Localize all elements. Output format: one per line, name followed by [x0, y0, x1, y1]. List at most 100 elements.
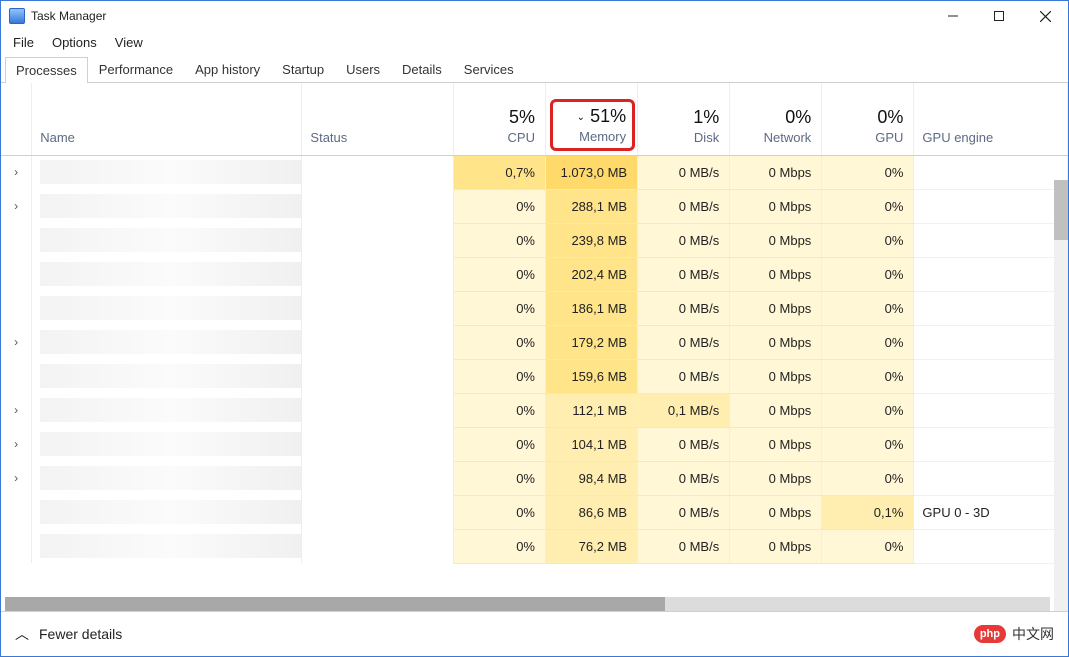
window-title: Task Manager [31, 9, 106, 23]
cpu-label: CPU [454, 130, 535, 145]
titlebar[interactable]: Task Manager [1, 1, 1068, 31]
process-name-cell [32, 291, 302, 325]
gpu-engine-cell [914, 461, 1068, 495]
col-expand[interactable] [1, 83, 32, 155]
network-cell: 0 Mbps [730, 359, 822, 393]
network-cell: 0 Mbps [730, 325, 822, 359]
cpu-cell: 0% [453, 427, 545, 461]
footer: ︿ Fewer details php 中文网 [1, 611, 1068, 656]
menu-file[interactable]: File [13, 35, 34, 50]
status-cell [302, 461, 453, 495]
watermark-badge: php [974, 625, 1006, 643]
col-disk[interactable]: 1% Disk [638, 83, 730, 155]
table-row[interactable]: ›0,7%1.073,0 MB0 MB/s0 Mbps0% [1, 155, 1068, 189]
cpu-cell: 0% [453, 495, 545, 529]
disk-usage-header: 1% [638, 107, 719, 128]
process-table: Name Status 5% CPU ⌄ 51% Memory [1, 83, 1068, 564]
col-gpu-engine[interactable]: GPU engine [914, 83, 1068, 155]
table-row[interactable]: 0%76,2 MB0 MB/s0 Mbps0% [1, 529, 1068, 563]
table-row[interactable]: ›0%179,2 MB0 MB/s0 Mbps0% [1, 325, 1068, 359]
memory-cell: 239,8 MB [545, 223, 637, 257]
fewer-details-button[interactable]: ︿ Fewer details [15, 624, 122, 644]
task-manager-window: Task Manager File Options View Processes… [0, 0, 1069, 657]
memory-cell: 86,6 MB [545, 495, 637, 529]
gpu-label: GPU [822, 130, 903, 145]
table-row[interactable]: ›0%112,1 MB0,1 MB/s0 Mbps0% [1, 393, 1068, 427]
watermark: php 中文网 [974, 624, 1054, 644]
menubar: File Options View [1, 31, 1068, 56]
tab-details[interactable]: Details [391, 56, 453, 82]
gpu-engine-cell [914, 359, 1068, 393]
horizontal-scrollbar[interactable] [5, 597, 1050, 611]
gpu-engine-cell [914, 155, 1068, 189]
process-name-cell [32, 427, 302, 461]
menu-view[interactable]: View [115, 35, 143, 50]
tab-app-history[interactable]: App history [184, 56, 271, 82]
disk-cell: 0 MB/s [638, 325, 730, 359]
gpu-engine-cell [914, 427, 1068, 461]
horizontal-scrollbar-thumb[interactable] [5, 597, 665, 611]
table-row[interactable]: 0%186,1 MB0 MB/s0 Mbps0% [1, 291, 1068, 325]
close-button[interactable] [1022, 1, 1068, 31]
minimize-button[interactable] [930, 1, 976, 31]
status-cell [302, 495, 453, 529]
memory-cell: 202,4 MB [545, 257, 637, 291]
status-cell [302, 257, 453, 291]
memory-cell: 112,1 MB [545, 393, 637, 427]
gpu-cell: 0% [822, 189, 914, 223]
tab-users[interactable]: Users [335, 56, 391, 82]
cpu-cell: 0% [453, 461, 545, 495]
table-row[interactable]: 0%86,6 MB0 MB/s0 Mbps0,1%GPU 0 - 3D [1, 495, 1068, 529]
watermark-text: 中文网 [1012, 624, 1054, 644]
disk-cell: 0 MB/s [638, 461, 730, 495]
tab-performance[interactable]: Performance [88, 56, 184, 82]
table-row[interactable]: 0%239,8 MB0 MB/s0 Mbps0% [1, 223, 1068, 257]
table-row[interactable]: 0%159,6 MB0 MB/s0 Mbps0% [1, 359, 1068, 393]
process-name-cell [32, 257, 302, 291]
chevron-up-icon: ︿ [15, 624, 29, 644]
col-name[interactable]: Name [32, 83, 302, 155]
expand-toggle [1, 529, 32, 563]
network-cell: 0 Mbps [730, 223, 822, 257]
expand-toggle [1, 359, 32, 393]
expand-toggle [1, 495, 32, 529]
process-name-cell [32, 461, 302, 495]
network-cell: 0 Mbps [730, 291, 822, 325]
table-row[interactable]: ›0%288,1 MB0 MB/s0 Mbps0% [1, 189, 1068, 223]
status-cell [302, 359, 453, 393]
memory-cell: 98,4 MB [545, 461, 637, 495]
disk-cell: 0 MB/s [638, 359, 730, 393]
col-network[interactable]: 0% Network [730, 83, 822, 155]
expand-toggle[interactable]: › [1, 461, 32, 495]
memory-cell: 159,6 MB [545, 359, 637, 393]
table-row[interactable]: ›0%98,4 MB0 MB/s0 Mbps0% [1, 461, 1068, 495]
expand-toggle[interactable]: › [1, 427, 32, 461]
tab-services[interactable]: Services [453, 56, 525, 82]
expand-toggle[interactable]: › [1, 325, 32, 359]
vertical-scrollbar-thumb[interactable] [1054, 180, 1068, 240]
expand-toggle [1, 223, 32, 257]
vertical-scrollbar[interactable] [1054, 180, 1068, 611]
memory-header-highlight: ⌄ 51% Memory [550, 99, 635, 151]
expand-toggle[interactable]: › [1, 393, 32, 427]
menu-options[interactable]: Options [52, 35, 97, 50]
gpu-engine-cell: GPU 0 - 3D [914, 495, 1068, 529]
expand-toggle[interactable]: › [1, 189, 32, 223]
col-memory[interactable]: ⌄ 51% Memory [545, 83, 637, 155]
expand-toggle[interactable]: › [1, 155, 32, 189]
disk-cell: 0,1 MB/s [638, 393, 730, 427]
memory-label: Memory [559, 129, 626, 144]
tab-processes[interactable]: Processes [5, 57, 88, 83]
disk-label: Disk [638, 130, 719, 145]
tab-strip: Processes Performance App history Startu… [1, 56, 1068, 83]
col-gpu[interactable]: 0% GPU [822, 83, 914, 155]
col-status[interactable]: Status [302, 83, 453, 155]
cpu-cell: 0% [453, 257, 545, 291]
table-row[interactable]: ›0%104,1 MB0 MB/s0 Mbps0% [1, 427, 1068, 461]
table-row[interactable]: 0%202,4 MB0 MB/s0 Mbps0% [1, 257, 1068, 291]
tab-startup[interactable]: Startup [271, 56, 335, 82]
col-cpu[interactable]: 5% CPU [453, 83, 545, 155]
gpu-cell: 0% [822, 427, 914, 461]
sort-indicator-icon: ⌄ [577, 112, 585, 123]
maximize-button[interactable] [976, 1, 1022, 31]
